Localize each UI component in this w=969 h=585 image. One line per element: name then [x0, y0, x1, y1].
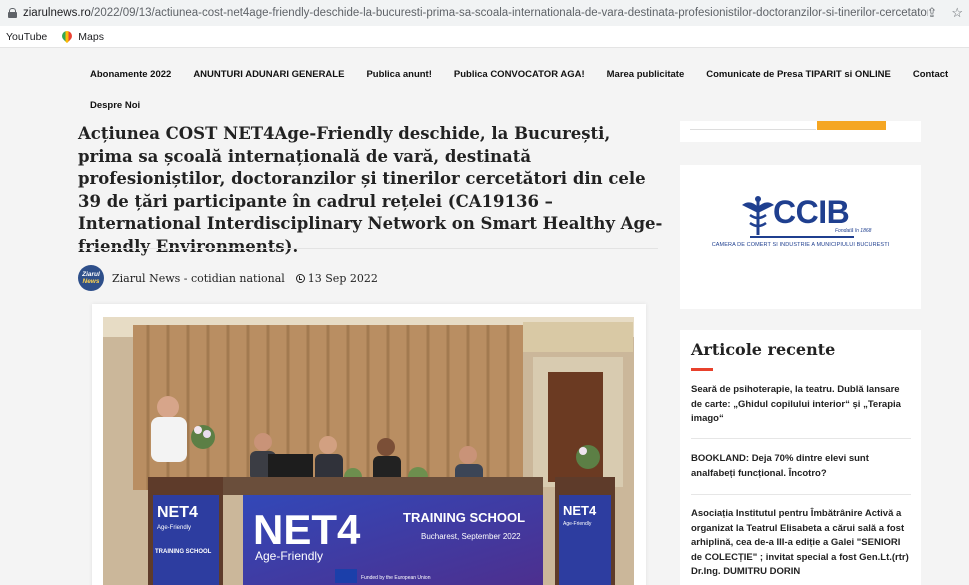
nav-item-anunturi[interactable]: ANUNTURI ADUNARI GENERALE — [193, 69, 344, 80]
address-bar[interactable]: ziarulnews.ro/2022/09/13/actiunea-cost-n… — [0, 0, 969, 26]
divider — [691, 494, 911, 495]
bookmark-youtube[interactable]: YouTube — [6, 31, 47, 43]
heading-underline — [691, 368, 713, 371]
podium-left-sub: Age-Friendly — [157, 525, 191, 531]
author-link[interactable]: Ziarul News - cotidian national — [112, 272, 285, 285]
ccib-logo-text: CCIB — [773, 194, 850, 230]
recent-articles-widget: Articole recente Seară de psihoterapie, … — [680, 330, 921, 585]
banner-place: Bucharest, September 2022 — [421, 532, 521, 541]
search-input[interactable] — [690, 121, 816, 130]
podium-right-net4: NET4 — [563, 503, 597, 518]
recent-article-link[interactable]: Asociația Institutul pentru Îmbătrânire … — [691, 507, 913, 580]
maps-icon — [61, 31, 73, 43]
screen: { "browser": { "url_domain": "ziarulnews… — [0, 0, 969, 585]
event-photo-svg: NET4 Age-Friendly TRAINING SCHOOL Buchar… — [103, 317, 634, 585]
recent-article-link[interactable]: Seară de psihoterapie, la teatru. Dublă … — [691, 383, 913, 427]
banner-training-school: TRAINING SCHOOL — [403, 510, 525, 525]
bookmarks-bar: YouTube Maps — [0, 26, 969, 48]
recent-heading: Articole recente — [691, 340, 836, 359]
nav-item-publica-anunt[interactable]: Publica anunt! — [366, 69, 431, 80]
featured-image-card: NET4 Age-Friendly TRAINING SCHOOL Buchar… — [92, 304, 646, 585]
site-navigation: Abonamente 2022 ANUNTURI ADUNARI GENERAL… — [0, 48, 969, 121]
nav-item-abonamente[interactable]: Abonamente 2022 — [90, 69, 171, 80]
divider — [691, 438, 911, 439]
caduceus-icon — [742, 196, 774, 235]
url-path: /2022/09/13/actiunea-cost-net4age-friend… — [90, 7, 928, 19]
banner-age-friendly: Age-Friendly — [255, 549, 323, 563]
ccib-banner[interactable]: CCIB Fondată în 1868 CAMERA DE COMERT SI… — [680, 165, 921, 309]
nav-item-despre-noi[interactable]: Despre Noi — [90, 100, 140, 111]
lock-icon — [8, 8, 17, 18]
bookmark-star-icon[interactable]: ☆ — [951, 5, 963, 21]
article: Acțiunea COST NET4Age-Friendly deschide,… — [60, 121, 662, 585]
ccib-founded: Fondată în 1868 — [835, 228, 872, 234]
title-divider — [78, 248, 658, 249]
sidebar-search-widget — [680, 121, 921, 142]
ccib-underline — [750, 236, 854, 238]
avatar[interactable]: Ziarul News — [78, 265, 104, 291]
nav-item-contact[interactable]: Contact — [913, 69, 948, 80]
banner-funded: Funded by the European Union — [361, 575, 431, 581]
bookmark-label: YouTube — [6, 30, 48, 43]
bookmark-maps[interactable]: Maps — [61, 31, 104, 43]
article-meta: Ziarul News Ziarul News - cotidian natio… — [78, 265, 378, 291]
podium-left-ts: TRAINING SCHOOL — [155, 549, 212, 555]
podium-right-sub: Age-Friendly — [563, 521, 592, 527]
share-icon[interactable]: ⇪ — [926, 5, 937, 21]
nav-item-publica-convocator[interactable]: Publica CONVOCATOR AGA! — [454, 69, 585, 80]
nav-item-comunicate[interactable]: Comunicate de Presa TIPARIT si ONLINE — [706, 69, 891, 80]
avatar-text: News — [82, 278, 100, 285]
article-title: Acțiunea COST NET4Age-Friendly deschide,… — [78, 124, 663, 256]
banner-net4: NET4 — [253, 506, 361, 553]
bookmark-label: Maps — [78, 30, 104, 43]
ccib-caption: CAMERA DE COMERT SI INDUSTRIE A MUNICIPI… — [711, 242, 890, 248]
clock-icon — [295, 273, 305, 283]
avatar-text: Ziarul — [82, 271, 100, 278]
publish-date: 13 Sep 2022 — [307, 271, 378, 285]
podium-left-net4: NET4 — [157, 504, 198, 521]
recent-article-link[interactable]: BOOKLAND: Deja 70% dintre elevi sunt ana… — [691, 452, 913, 481]
url-domain: ziarulnews.ro — [23, 7, 91, 19]
nav-item-marea-publicitate[interactable]: Marea publicitate — [607, 69, 685, 80]
search-button[interactable] — [817, 121, 886, 130]
url-text[interactable]: ziarulnews.ro/2022/09/13/actiunea-cost-n… — [23, 7, 928, 19]
featured-photo[interactable]: NET4 Age-Friendly TRAINING SCHOOL Buchar… — [103, 317, 634, 585]
